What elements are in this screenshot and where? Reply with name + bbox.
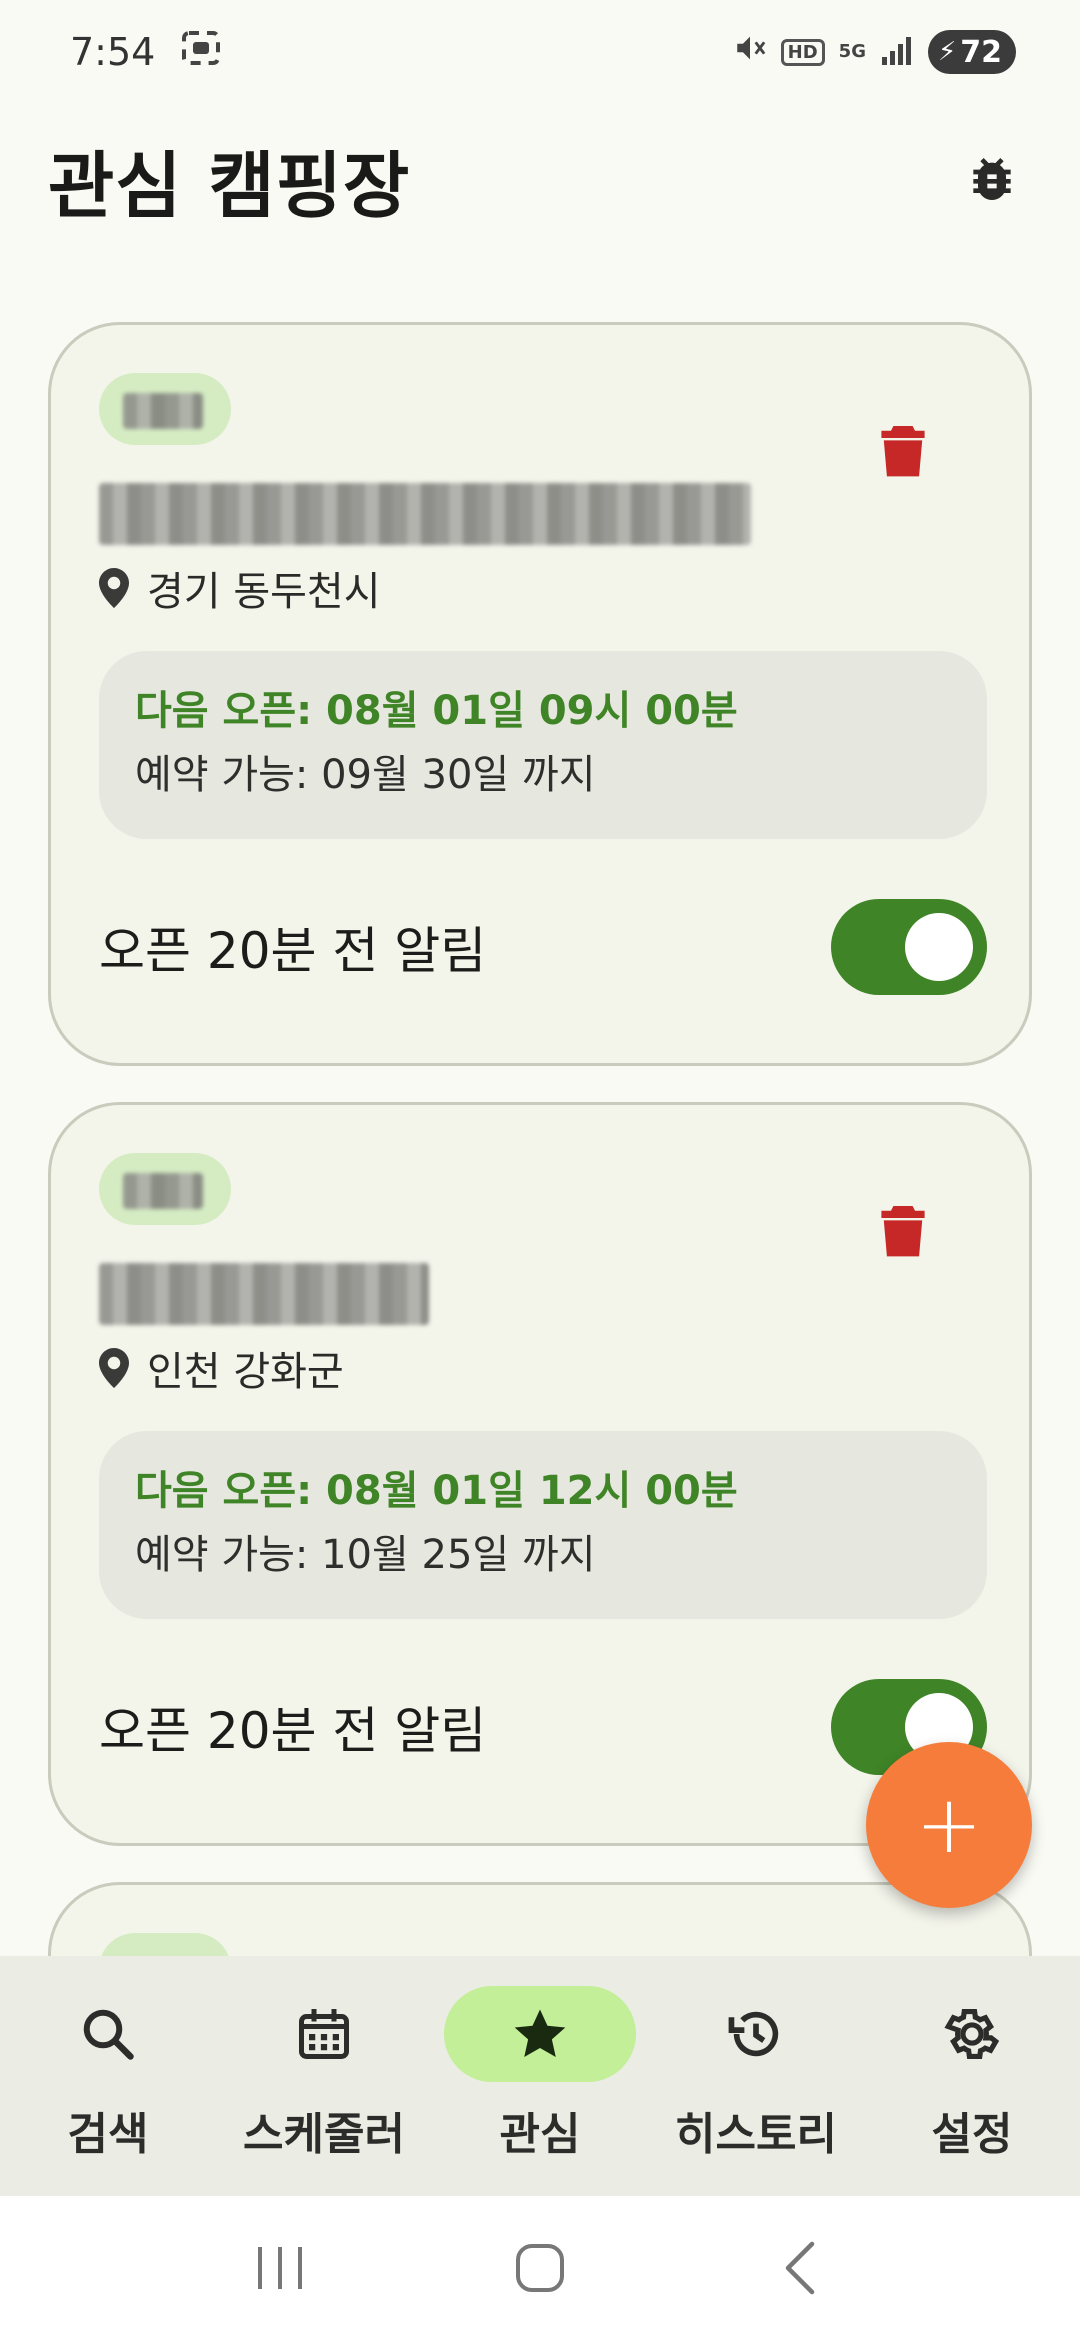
location-pin-icon (99, 568, 129, 608)
nav-item-search[interactable]: 검색 (8, 1986, 208, 2162)
screenshot-icon (181, 30, 221, 75)
charging-icon: ⚡ (937, 37, 957, 67)
location-text: 인천 강화군 (147, 1349, 344, 1395)
delete-button[interactable] (873, 1195, 933, 1265)
settings-icon (944, 2008, 1000, 2060)
recent-apps-icon (258, 2247, 302, 2289)
available-until-text: 예약 가능: 10월 25일 까지 (135, 1532, 596, 1578)
toggle-knob (905, 913, 973, 981)
system-navigation (0, 2196, 1080, 2340)
bug-icon (973, 158, 1011, 200)
trash-icon (881, 1206, 925, 1257)
tag-text-redacted (123, 393, 203, 429)
trash-icon (881, 426, 925, 477)
campsite-name-redacted (99, 483, 751, 545)
active-indicator (444, 1986, 636, 2082)
tag-text-redacted (123, 1173, 203, 1209)
campsite-name-redacted (99, 1263, 429, 1325)
nav-label: 관심 (499, 2109, 581, 2160)
nav-label: 스케줄러 (243, 2109, 405, 2160)
alert-row: 오픈 20분 전 알림 (99, 899, 987, 995)
search-icon (83, 2009, 134, 2060)
delete-button[interactable] (873, 415, 933, 485)
alert-label: 오픈 20분 전 알림 (99, 922, 487, 980)
battery-level: 72 (960, 34, 1002, 70)
calendar-icon (299, 2009, 349, 2059)
recent-apps-button[interactable] (235, 2223, 325, 2313)
alert-label: 오픈 20분 전 알림 (99, 1702, 487, 1760)
nav-item-history[interactable]: 히스토리 (656, 1986, 856, 2162)
home-icon (516, 2244, 564, 2292)
back-icon (785, 2241, 815, 2295)
nav-label: 히스토리 (675, 2109, 837, 2160)
history-icon (728, 2011, 779, 2057)
location-row: 경기 동두천시 (99, 559, 381, 617)
location-pin-icon (99, 1348, 129, 1388)
plus-icon: + (915, 1778, 983, 1871)
mute-icon (733, 31, 767, 73)
alert-row: 오픈 20분 전 알림 (99, 1679, 987, 1775)
schedule-info-box: 다음 오픈: 08월 01일 12시 00분 예약 가능: 10월 25일 까지 (99, 1431, 987, 1619)
status-bar: 7:54 HD 5G ⚡ 72 (0, 0, 1080, 104)
signal-icon (880, 33, 914, 71)
nav-label: 검색 (67, 2109, 149, 2160)
hd-badge: HD (780, 38, 825, 66)
nav-item-favorites[interactable]: 관심 (440, 1986, 640, 2162)
available-until-text: 예약 가능: 09월 30일 까지 (135, 752, 596, 798)
network-type: 5G (838, 41, 866, 62)
campsite-card[interactable]: 경기 동두천시 다음 오픈: 08월 01일 09시 00분 예약 가능: 09… (48, 322, 1032, 1066)
location-text: 경기 동두천시 (147, 569, 381, 615)
back-button[interactable] (755, 2223, 845, 2313)
alert-toggle[interactable] (831, 899, 987, 995)
nav-item-settings[interactable]: 설정 (872, 1986, 1072, 2162)
next-open-text: 다음 오픈: 08월 01일 12시 00분 (135, 1468, 738, 1514)
status-time: 7:54 (70, 30, 156, 74)
star-icon (514, 2009, 566, 2057)
app-bar: 관심 캠핑장 (0, 104, 1080, 254)
campsite-card[interactable]: 인천 강화군 다음 오픈: 08월 01일 12시 00분 예약 가능: 10월… (48, 1102, 1032, 1846)
page-title: 관심 캠핑장 (48, 143, 411, 228)
debug-button[interactable] (952, 139, 1032, 219)
bottom-navigation: 검색 스케줄러 관심 히스토리 설정 (0, 1956, 1080, 2196)
home-button[interactable] (495, 2223, 585, 2313)
nav-label: 설정 (931, 2109, 1013, 2160)
next-open-text: 다음 오픈: 08월 01일 09시 00분 (135, 688, 738, 734)
battery-indicator: ⚡ 72 (927, 30, 1016, 74)
location-row: 인천 강화군 (99, 1339, 344, 1397)
nav-item-scheduler[interactable]: 스케줄러 (224, 1986, 424, 2162)
schedule-info-box: 다음 오픈: 08월 01일 09시 00분 예약 가능: 09월 30일 까지 (99, 651, 987, 839)
add-campsite-button[interactable]: + (866, 1742, 1032, 1908)
